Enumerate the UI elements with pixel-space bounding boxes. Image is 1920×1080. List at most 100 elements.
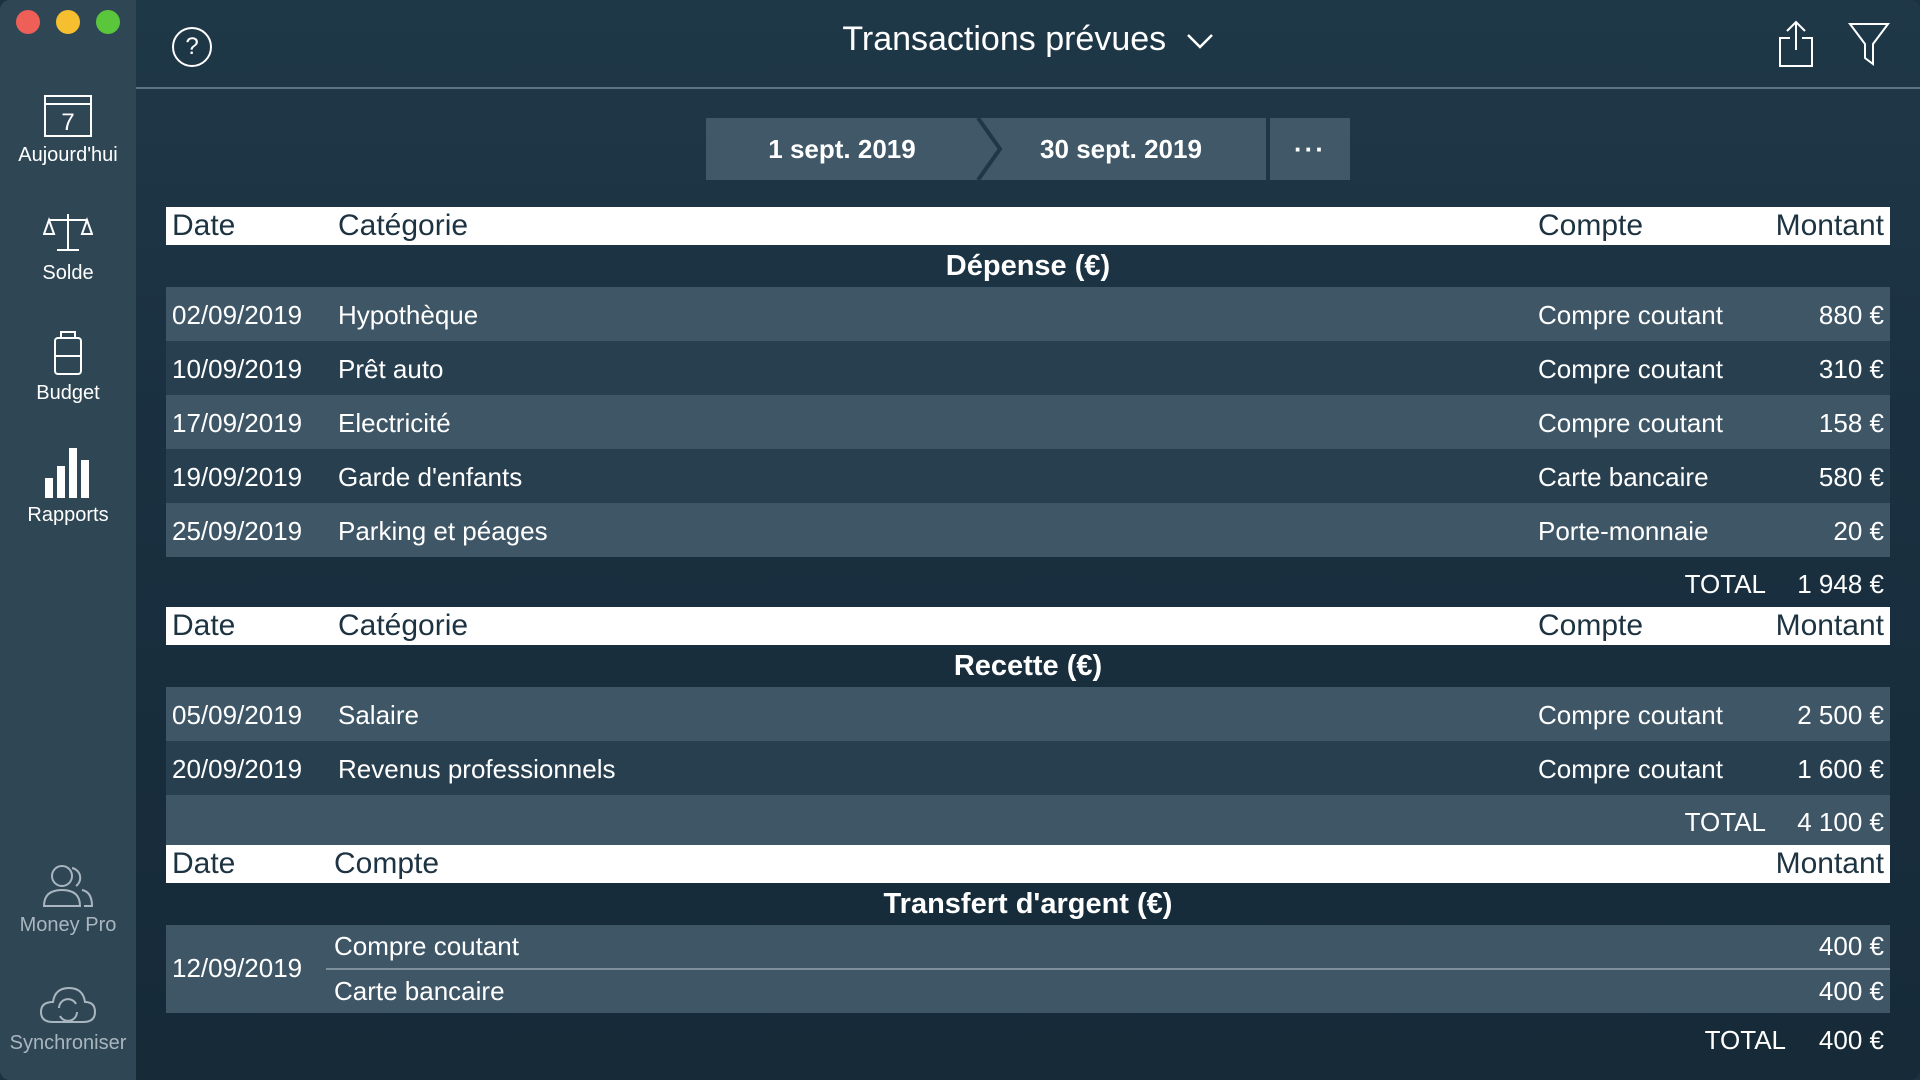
table-header: Date Compte Montant (166, 845, 1890, 883)
cell-amount: 158 € (1818, 408, 1884, 438)
page-title[interactable]: Transactions prévues (136, 20, 1920, 59)
cell-category: Garde d'enfants (338, 462, 523, 492)
total-value: 400 € (1818, 1025, 1884, 1055)
column-header-category[interactable]: Catégorie (338, 209, 468, 243)
cell-to-account: Carte bancaire (334, 976, 505, 1006)
cell-date: 19/09/2019 (172, 462, 303, 492)
cell-from-amount: 400 € (1818, 931, 1884, 961)
total-value: 1 948 € (1797, 569, 1884, 599)
zoom-window-button[interactable] (96, 10, 120, 34)
total-value: 4 100 € (1797, 807, 1884, 837)
bar-chart-icon (45, 448, 89, 498)
sidebar-item-label: Budget (36, 382, 100, 404)
table-row[interactable]: 02/09/2019 Hypothèque Compre coutant 880… (166, 287, 1890, 341)
toolbar: ? Transactions prévues (136, 0, 1920, 89)
sidebar-item-money-pro[interactable]: Money Pro (0, 862, 136, 937)
table-row[interactable]: 19/09/2019 Garde d'enfants Carte bancair… (166, 449, 1890, 503)
column-header-amount[interactable]: Montant (1776, 209, 1884, 243)
column-header-account[interactable]: Compte (334, 847, 439, 881)
app-window: 7 Aujourd'hui Solde Budget Rapports Mone… (0, 0, 1920, 1080)
sidebar-item-label: Aujourd'hui (18, 144, 118, 166)
more-options-button[interactable]: ··· (1270, 118, 1350, 180)
end-date-button[interactable]: 30 sept. 2019 (976, 118, 1266, 180)
column-header-account[interactable]: Compte (1538, 209, 1643, 243)
table-row[interactable]: 20/09/2019 Revenus professionnels Compre… (166, 741, 1890, 795)
cell-category: Hypothèque (338, 300, 479, 330)
cell-amount: 1 600 € (1797, 754, 1884, 784)
cell-date: 10/09/2019 (172, 354, 303, 384)
cell-account: Compre coutant (1538, 408, 1723, 438)
sidebar-item-reports[interactable]: Rapports (0, 446, 136, 527)
cell-amount: 20 € (1833, 516, 1884, 546)
cell-category: Revenus professionnels (338, 754, 616, 784)
cell-date: 02/09/2019 (172, 300, 303, 330)
cell-to-amount: 400 € (1818, 976, 1884, 1006)
sidebar-item-label: Rapports (27, 504, 109, 526)
sidebar-item-label: Solde (42, 262, 94, 284)
total-row-expenses: TOTAL 1 948 € (166, 557, 1890, 607)
arrow-separator (950, 118, 1003, 180)
share-icon (1779, 20, 1813, 67)
cell-account: Compre coutant (1538, 300, 1723, 330)
column-header-date[interactable]: Date (172, 847, 235, 881)
total-label: TOTAL (1704, 1025, 1786, 1055)
cell-date: 25/09/2019 (172, 516, 303, 546)
cell-account: Compre coutant (1538, 700, 1723, 730)
share-button[interactable] (1778, 20, 1814, 73)
cell-category: Electricité (338, 408, 451, 438)
divider (326, 968, 1890, 970)
table-row[interactable]: 05/09/2019 Salaire Compre coutant 2 500 … (166, 687, 1890, 741)
sidebar-item-label: Money Pro (19, 914, 117, 936)
sidebar-item-today[interactable]: 7 Aujourd'hui (0, 92, 136, 167)
column-header-account[interactable]: Compte (1538, 609, 1643, 643)
column-header-date[interactable]: Date (172, 209, 235, 243)
total-label: TOTAL (1684, 569, 1766, 599)
balance-scale-icon (43, 214, 93, 251)
sidebar-item-balance[interactable]: Solde (0, 210, 136, 285)
transfer-row[interactable]: 12/09/2019 Compre coutant 400 € Carte ba… (166, 925, 1890, 1013)
column-header-amount[interactable]: Montant (1776, 609, 1884, 643)
table-row[interactable]: 17/09/2019 Electricité Compre coutant 15… (166, 395, 1890, 449)
budget-jar-icon (54, 331, 82, 375)
filter-icon (1848, 23, 1890, 66)
page-title-text: Transactions prévues (842, 20, 1167, 58)
cell-date: 12/09/2019 (172, 953, 303, 983)
cell-amount: 880 € (1818, 300, 1884, 330)
column-header-date[interactable]: Date (172, 609, 235, 643)
total-label: TOTAL (1684, 807, 1766, 837)
section-title-income: Recette (€) (953, 650, 1103, 682)
calendar-icon: 7 (44, 95, 92, 137)
column-header-category[interactable]: Catégorie (338, 609, 468, 643)
cell-account: Compre coutant (1538, 354, 1723, 384)
cell-date: 17/09/2019 (172, 408, 303, 438)
sidebar-item-label: Synchroniser (9, 1032, 127, 1054)
cloud-sync-icon (39, 986, 97, 1023)
total-row-transfers: TOTAL 400 € (166, 1013, 1890, 1063)
start-date-button[interactable]: 1 sept. 2019 (706, 118, 978, 180)
cell-category: Prêt auto (338, 354, 444, 384)
cell-category: Parking et péages (338, 516, 548, 546)
section-title-transfers: Transfert d'argent (€) (883, 888, 1173, 920)
cell-account: Porte-monnaie (1538, 516, 1709, 546)
cell-date: 05/09/2019 (172, 700, 303, 730)
minimize-window-button[interactable] (56, 10, 80, 34)
svg-text:7: 7 (61, 109, 74, 136)
table-header: Date Catégorie Compte Montant (166, 207, 1890, 245)
transactions-content: Date Catégorie Compte Montant Dépense (€… (166, 207, 1890, 1063)
sidebar-item-sync[interactable]: Synchroniser (0, 984, 136, 1055)
sidebar: 7 Aujourd'hui Solde Budget Rapports Mone… (0, 0, 136, 1080)
section-title-expenses: Dépense (€) (945, 250, 1111, 282)
cell-amount: 310 € (1818, 354, 1884, 384)
cell-account: Carte bancaire (1538, 462, 1709, 492)
close-window-button[interactable] (16, 10, 40, 34)
chevron-down-icon (1186, 34, 1213, 49)
table-row[interactable]: 10/09/2019 Prêt auto Compre coutant 310 … (166, 341, 1890, 395)
column-header-amount[interactable]: Montant (1776, 847, 1884, 881)
table-header: Date Catégorie Compte Montant (166, 607, 1890, 645)
cell-amount: 2 500 € (1797, 700, 1884, 730)
sidebar-item-budget[interactable]: Budget (0, 330, 136, 405)
filter-button[interactable] (1848, 22, 1890, 71)
cell-date: 20/09/2019 (172, 754, 303, 784)
table-row[interactable]: 25/09/2019 Parking et péages Porte-monna… (166, 503, 1890, 557)
cell-from-account: Compre coutant (334, 931, 519, 961)
